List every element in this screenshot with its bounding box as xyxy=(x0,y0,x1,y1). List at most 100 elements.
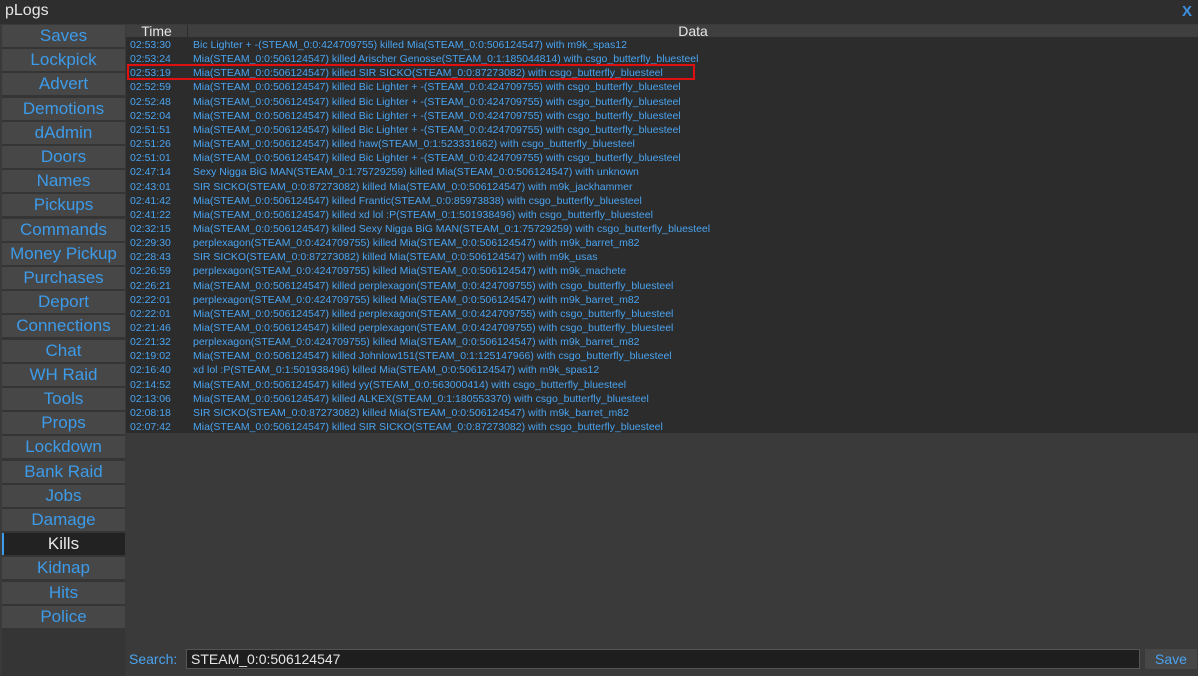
table-row[interactable]: 02:52:04 Mia(STEAM_0:0:506124547) killed … xyxy=(126,109,1198,123)
table-row[interactable]: 02:22:01 Mia(STEAM_0:0:506124547) killed … xyxy=(126,307,1198,321)
sidebar-item-kills[interactable]: Kills xyxy=(2,533,125,556)
table-row[interactable]: 02:07:42 Mia(STEAM_0:0:506124547) killed … xyxy=(126,420,1198,434)
plogs-window: pLogs X Saves Lockpick Advert Demotions dAdm… xyxy=(0,0,1198,676)
row-data: Mia(STEAM_0:0:506124547) killed perplexa… xyxy=(193,322,674,334)
row-time: 02:51:01 xyxy=(130,152,171,165)
row-time: 02:21:32 xyxy=(130,336,171,349)
row-time: 02:26:59 xyxy=(130,265,171,278)
row-data: Mia(STEAM_0:0:506124547) killed Bic Ligh… xyxy=(193,123,681,136)
row-time: 02:13:06 xyxy=(130,392,171,405)
row-time: 02:19:02 xyxy=(130,350,171,363)
sidebar-item-doors[interactable]: Doors xyxy=(2,146,125,168)
table-row[interactable]: 02:51:26 Mia(STEAM_0:0:506124547) killed … xyxy=(126,137,1198,151)
row-time: 02:32:15 xyxy=(130,222,171,235)
row-data: Mia(STEAM_0:0:506124547) killed haw(STEA… xyxy=(193,138,635,151)
table-row[interactable]: 02:29:30 perplexagon(STEAM_0:0:424709755)… xyxy=(126,236,1198,250)
table-row[interactable]: 02:19:02 Mia(STEAM_0:0:506124547) killed … xyxy=(126,349,1198,363)
row-data: perplexagon(STEAM_0:0:424709755) killed … xyxy=(193,336,640,349)
table-row[interactable]: 02:47:14 Sexy Nigga BiG MAN(STEAM_0:1:757… xyxy=(126,165,1198,179)
sidebar-item-wh-raid[interactable]: WH Raid xyxy=(2,363,125,386)
row-data: perplexagon(STEAM_0:0:424709755) killed … xyxy=(193,237,640,250)
table-row[interactable]: 02:14:52 Mia(STEAM_0:0:506124547) killed … xyxy=(126,378,1198,392)
log-list[interactable]: Time Data 02:53:30 Bic Lighter + -(STEAM_… xyxy=(126,24,1198,434)
table-row[interactable]: 02:52:48 Mia(STEAM_0:0:506124547) killed … xyxy=(126,95,1198,109)
category-sidebar: Saves Lockpick Advert Demotions dAdmin Doors N… xyxy=(2,25,125,676)
row-data: Bic Lighter + -(STEAM_0:0:424709755) kil… xyxy=(193,39,627,51)
row-data: Mia(STEAM_0:0:506124547) killed ALKEX(ST… xyxy=(193,392,649,405)
sidebar-item-demotions[interactable]: Demotions xyxy=(2,97,125,120)
sidebar-item-damage[interactable]: Damage xyxy=(2,509,125,531)
save-button[interactable]: Save xyxy=(1145,649,1197,669)
row-time: 02:26:21 xyxy=(130,279,171,292)
sidebar-item-hits[interactable]: Hits xyxy=(2,581,125,604)
row-time: 02:53:30 xyxy=(130,39,171,51)
row-time: 02:14:52 xyxy=(130,378,171,391)
row-time: 02:47:14 xyxy=(130,166,171,179)
column-header-time[interactable]: Time xyxy=(126,24,187,38)
table-row[interactable]: 02:41:42 Mia(STEAM_0:0:506124547) killed … xyxy=(126,194,1198,208)
sidebar-item-lockdown[interactable]: Lockdown xyxy=(2,436,125,459)
sidebar-item-bank-raid[interactable]: Bank Raid xyxy=(2,460,125,483)
close-button[interactable]: X xyxy=(1182,3,1192,20)
sidebar-item-dadmin[interactable]: dAdmin xyxy=(2,121,125,144)
table-row[interactable]: 02:51:51 Mia(STEAM_0:0:506124547) killed … xyxy=(126,123,1198,137)
row-data: Mia(STEAM_0:0:506124547) killed perplexa… xyxy=(193,279,674,292)
window-title: pLogs xyxy=(5,2,49,19)
sidebar-item-chat[interactable]: Chat xyxy=(2,339,125,362)
search-input[interactable] xyxy=(186,649,1140,669)
row-data: Mia(STEAM_0:0:506124547) killed Frantic(… xyxy=(193,194,642,207)
row-data: Mia(STEAM_0:0:506124547) killed xd lol :… xyxy=(193,208,653,221)
search-label: Search: xyxy=(129,651,178,667)
table-row[interactable]: 02:41:22 Mia(STEAM_0:0:506124547) killed … xyxy=(126,208,1198,222)
row-time: 02:51:51 xyxy=(130,123,171,136)
row-data: Mia(STEAM_0:0:506124547) killed Bic Ligh… xyxy=(193,95,681,108)
sidebar-item-jobs[interactable]: Jobs xyxy=(2,484,125,507)
row-data: Mia(STEAM_0:0:506124547) killed Johnlow1… xyxy=(193,350,672,363)
table-row[interactable]: 02:51:01 Mia(STEAM_0:0:506124547) killed … xyxy=(126,151,1198,165)
row-time: 02:16:40 xyxy=(130,364,171,377)
column-header-data[interactable]: Data xyxy=(188,24,1198,38)
sidebar-item-pickups[interactable]: Pickups xyxy=(2,194,125,217)
sidebar-item-commands[interactable]: Commands xyxy=(2,218,125,241)
row-time: 02:41:42 xyxy=(130,194,171,207)
title-bar: pLogs X xyxy=(0,0,1198,24)
row-time: 02:08:18 xyxy=(130,406,171,419)
sidebar-item-lockpick[interactable]: Lockpick xyxy=(2,49,125,72)
row-data: Mia(STEAM_0:0:506124547) killed Bic Ligh… xyxy=(193,81,681,94)
row-time: 02:07:42 xyxy=(130,421,171,434)
row-data: Mia(STEAM_0:0:506124547) killed SIR SICK… xyxy=(193,421,663,434)
table-row[interactable]: 02:28:43 SIR SICKO(STEAM_0:0:87273082) ki… xyxy=(126,250,1198,264)
sidebar-item-names[interactable]: Names xyxy=(2,170,125,193)
sidebar-item-money-pickup[interactable]: Money Pickup xyxy=(2,242,125,265)
sidebar-item-connections[interactable]: Connections xyxy=(2,315,125,338)
sidebar-item-purchases[interactable]: Purchases xyxy=(2,267,125,289)
row-data: SIR SICKO(STEAM_0:0:87273082) killed Mia… xyxy=(193,406,629,419)
sidebar-item-tools[interactable]: Tools xyxy=(2,388,125,410)
sidebar-item-saves[interactable]: Saves xyxy=(2,25,125,47)
table-row[interactable]: 02:43:01 SIR SICKO(STEAM_0:0:87273082) ki… xyxy=(126,180,1198,194)
table-row[interactable]: 02:21:32 perplexagon(STEAM_0:0:424709755)… xyxy=(126,335,1198,349)
table-row[interactable]: 02:08:18 SIR SICKO(STEAM_0:0:87273082) ki… xyxy=(126,406,1198,420)
table-row[interactable]: 02:26:59 perplexagon(STEAM_0:0:424709755)… xyxy=(126,264,1198,278)
table-row[interactable]: 02:53:24 Mia(STEAM_0:0:506124547) killed … xyxy=(126,52,1198,66)
table-row[interactable]: 02:22:01 perplexagon(STEAM_0:0:424709755)… xyxy=(126,293,1198,307)
sidebar-item-kidnap[interactable]: Kidnap xyxy=(2,557,125,580)
row-time: 02:21:46 xyxy=(130,322,171,334)
sidebar-item-police[interactable]: Police xyxy=(2,605,125,628)
row-time: 02:53:19 xyxy=(130,67,171,80)
table-row[interactable]: 02:16:40 xd lol :P(STEAM_0:1:501938496) k… xyxy=(126,363,1198,377)
table-row[interactable]: 02:32:15 Mia(STEAM_0:0:506124547) killed … xyxy=(126,222,1198,236)
row-data: xd lol :P(STEAM_0:1:501938496) killed Mi… xyxy=(193,364,600,377)
table-row[interactable]: 02:53:19 Mia(STEAM_0:0:506124547) killed … xyxy=(126,66,1198,80)
table-row[interactable]: 02:53:30 Bic Lighter + -(STEAM_0:0:424709… xyxy=(126,38,1198,52)
row-data: perplexagon(STEAM_0:0:424709755) killed … xyxy=(193,293,640,306)
sidebar-item-deport[interactable]: Deport xyxy=(2,291,125,314)
row-data: perplexagon(STEAM_0:0:424709755) killed … xyxy=(193,265,627,278)
table-row[interactable]: 02:52:59 Mia(STEAM_0:0:506124547) killed … xyxy=(126,80,1198,94)
sidebar-item-advert[interactable]: Advert xyxy=(2,73,125,96)
table-row[interactable]: 02:21:46 Mia(STEAM_0:0:506124547) killed … xyxy=(126,321,1198,335)
table-row[interactable]: 02:13:06 Mia(STEAM_0:0:506124547) killed … xyxy=(126,392,1198,406)
sidebar-item-props[interactable]: Props xyxy=(2,412,125,435)
table-row[interactable]: 02:26:21 Mia(STEAM_0:0:506124547) killed … xyxy=(126,279,1198,293)
row-time: 02:22:01 xyxy=(130,307,171,320)
